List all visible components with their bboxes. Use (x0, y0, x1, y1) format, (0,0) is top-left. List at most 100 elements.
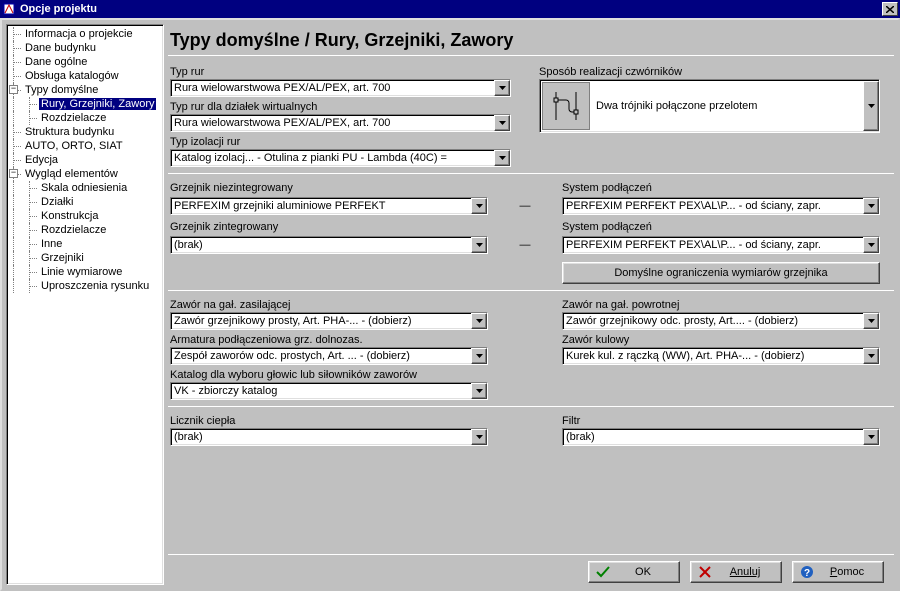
label-pipe-type: Typ rur (170, 66, 511, 78)
combo-pipe-insulation[interactable]: Katalog izolacj... - Otulina z pianki PU… (170, 149, 511, 167)
divider (168, 290, 894, 291)
tree-item-label: Edycja (23, 154, 60, 166)
tree-item-label: Rozdzielacze (39, 112, 108, 124)
tree-item[interactable]: Rury, Grzejniki, Zawory (7, 97, 163, 111)
label-rad-nonint-sys: System podłączeń (562, 182, 880, 194)
tree-item[interactable]: Uproszczenia rysunku (7, 279, 163, 293)
tree-item-label: Linie wymiarowe (39, 266, 124, 278)
ok-button[interactable]: OK (588, 561, 680, 583)
chevron-down-icon[interactable] (471, 383, 487, 399)
chevron-down-icon[interactable] (863, 81, 879, 131)
tree-item-label: Grzejniki (39, 252, 86, 264)
svg-text:?: ? (804, 568, 810, 579)
label-valve-ball: Zawór kulowy (562, 334, 880, 346)
chevron-down-icon[interactable] (471, 237, 487, 253)
label-rad-nonint: Grzejnik niezintegrowany (170, 182, 488, 194)
combo-heat-meter[interactable]: (brak) (170, 428, 488, 446)
dash-icon: — (516, 236, 534, 254)
chevron-down-icon[interactable] (494, 80, 510, 96)
chevron-down-icon[interactable] (863, 237, 879, 253)
combo-valve-return[interactable]: Zawór grzejnikowy odc. prosty, Art.... -… (562, 312, 880, 330)
tree-item-label: Inne (39, 238, 64, 250)
tree-item[interactable]: Skala odniesienia (7, 181, 163, 195)
chevron-down-icon[interactable] (863, 348, 879, 364)
cross-text: Dwa trójniki połączone przelotem (592, 100, 863, 112)
combo-rad-int-sys[interactable]: PERFEXIM PERFEKT PEX\AL\P... - od ściany… (562, 236, 880, 254)
chevron-down-icon[interactable] (471, 198, 487, 214)
tree-toggle-icon[interactable] (9, 169, 18, 178)
tree-item-label: Konstrukcja (39, 210, 100, 222)
combo-valve-fittings[interactable]: Zespół zaworów odc. prostych, Art. ... -… (170, 347, 488, 365)
label-pipe-insulation: Typ izolacji rur (170, 136, 511, 148)
tree-item-label: Działki (39, 196, 75, 208)
label-heat-meter: Licznik ciepła (170, 415, 488, 427)
close-button[interactable] (882, 2, 898, 16)
chevron-down-icon[interactable] (471, 313, 487, 329)
chevron-down-icon[interactable] (471, 429, 487, 445)
tree-item[interactable]: Typy domyślne (7, 83, 163, 97)
help-button[interactable]: ? Pomoc (792, 561, 884, 583)
tree-item[interactable]: Grzejniki (7, 251, 163, 265)
help-icon: ? (799, 564, 815, 580)
tree-item[interactable]: Rozdzielacze (7, 223, 163, 237)
tree-item[interactable]: Edycja (7, 153, 163, 167)
label-rad-int-sys: System podłączeń (562, 221, 880, 233)
tree-item[interactable]: Linie wymiarowe (7, 265, 163, 279)
navigation-tree[interactable]: Informacja o projekcieDane budynku Dane o… (6, 24, 164, 585)
label-pipe-virtual: Typ rur dla działek wirtualnych (170, 101, 511, 113)
chevron-down-icon[interactable] (471, 348, 487, 364)
combo-rad-nonint-sys[interactable]: PERFEXIM PERFEKT PEX\AL\P... - od ściany… (562, 197, 880, 215)
footer: OK Anuluj ? Pomoc (168, 555, 894, 585)
label-cross: Sposób realizacji czwórników (539, 66, 880, 78)
chevron-down-icon[interactable] (863, 198, 879, 214)
check-icon (595, 564, 611, 580)
cross-glyph-icon (542, 82, 590, 130)
combo-cross[interactable]: Dwa trójniki połączone przelotem (539, 79, 880, 133)
tree-item-label: Typy domyślne (23, 84, 100, 96)
client-area: Informacja o projekcieDane budynku Dane o… (0, 18, 900, 591)
dash-icon: — (516, 197, 534, 215)
combo-rad-nonint[interactable]: PERFEXIM grzejniki aluminiowe PERFEKT (170, 197, 488, 215)
tree-item[interactable]: Działki (7, 195, 163, 209)
combo-pipe-virtual[interactable]: Rura wielowarstwowa PEX/AL/PEX, art. 700 (170, 114, 511, 132)
tree-toggle-icon[interactable] (9, 85, 18, 94)
page-title: Typy domyślne / Rury, Grzejniki, Zawory (168, 24, 894, 55)
tree-item[interactable]: Struktura budynku (7, 125, 163, 139)
tree-item-label: Rozdzielacze (39, 224, 108, 236)
tree-item-label: AUTO, ORTO, SIAT (23, 140, 125, 152)
tree-item-label: Skala odniesienia (39, 182, 129, 194)
default-radiator-limits-button[interactable]: Domyślne ograniczenia wymiarów grzejnika (562, 262, 880, 284)
tree-item[interactable]: Konstrukcja (7, 209, 163, 223)
combo-valve-supply[interactable]: Zawór grzejnikowy prosty, Art. PHA-... -… (170, 312, 488, 330)
cancel-button[interactable]: Anuluj (690, 561, 782, 583)
combo-valve-ball[interactable]: Kurek kul. z rączką (WW), Art. PHA-... -… (562, 347, 880, 365)
divider (168, 406, 894, 407)
label-valve-catalog: Katalog dla wyboru głowic lub siłowników… (170, 369, 488, 381)
combo-pipe-type[interactable]: Rura wielowarstwowa PEX/AL/PEX, art. 700 (170, 79, 511, 97)
main-pane: Typy domyślne / Rury, Grzejniki, Zawory … (168, 24, 894, 585)
tree-item[interactable]: Inne (7, 237, 163, 251)
tree-item-label: Dane ogólne (23, 56, 89, 68)
window-title: Opcje projektu (20, 3, 882, 15)
chevron-down-icon[interactable] (863, 313, 879, 329)
chevron-down-icon[interactable] (494, 115, 510, 131)
tree-item-label: Struktura budynku (23, 126, 116, 138)
tree-item[interactable]: Informacja o projekcie (7, 27, 163, 41)
tree-item[interactable]: Dane budynku (7, 41, 163, 55)
combo-rad-int[interactable]: (brak) (170, 236, 488, 254)
chevron-down-icon[interactable] (494, 150, 510, 166)
label-valve-fittings: Armatura podłączeniowa grz. dolnozas. (170, 334, 488, 346)
tree-item-label: Wygląd elementów (23, 168, 120, 180)
tree-item[interactable]: AUTO, ORTO, SIAT (7, 139, 163, 153)
combo-valve-catalog[interactable]: VK - zbiorczy katalog (170, 382, 488, 400)
divider (168, 173, 894, 174)
label-rad-int: Grzejnik zintegrowany (170, 221, 488, 233)
tree-item[interactable]: Dane ogólne (7, 55, 163, 69)
chevron-down-icon[interactable] (863, 429, 879, 445)
tree-item[interactable]: Wygląd elementów (7, 167, 163, 181)
label-valve-return: Zawór na gał. powrotnej (562, 299, 880, 311)
combo-filter[interactable]: (brak) (562, 428, 880, 446)
tree-item-label: Dane budynku (23, 42, 98, 54)
tree-item[interactable]: Obsługa katalogów (7, 69, 163, 83)
tree-item[interactable]: Rozdzielacze (7, 111, 163, 125)
